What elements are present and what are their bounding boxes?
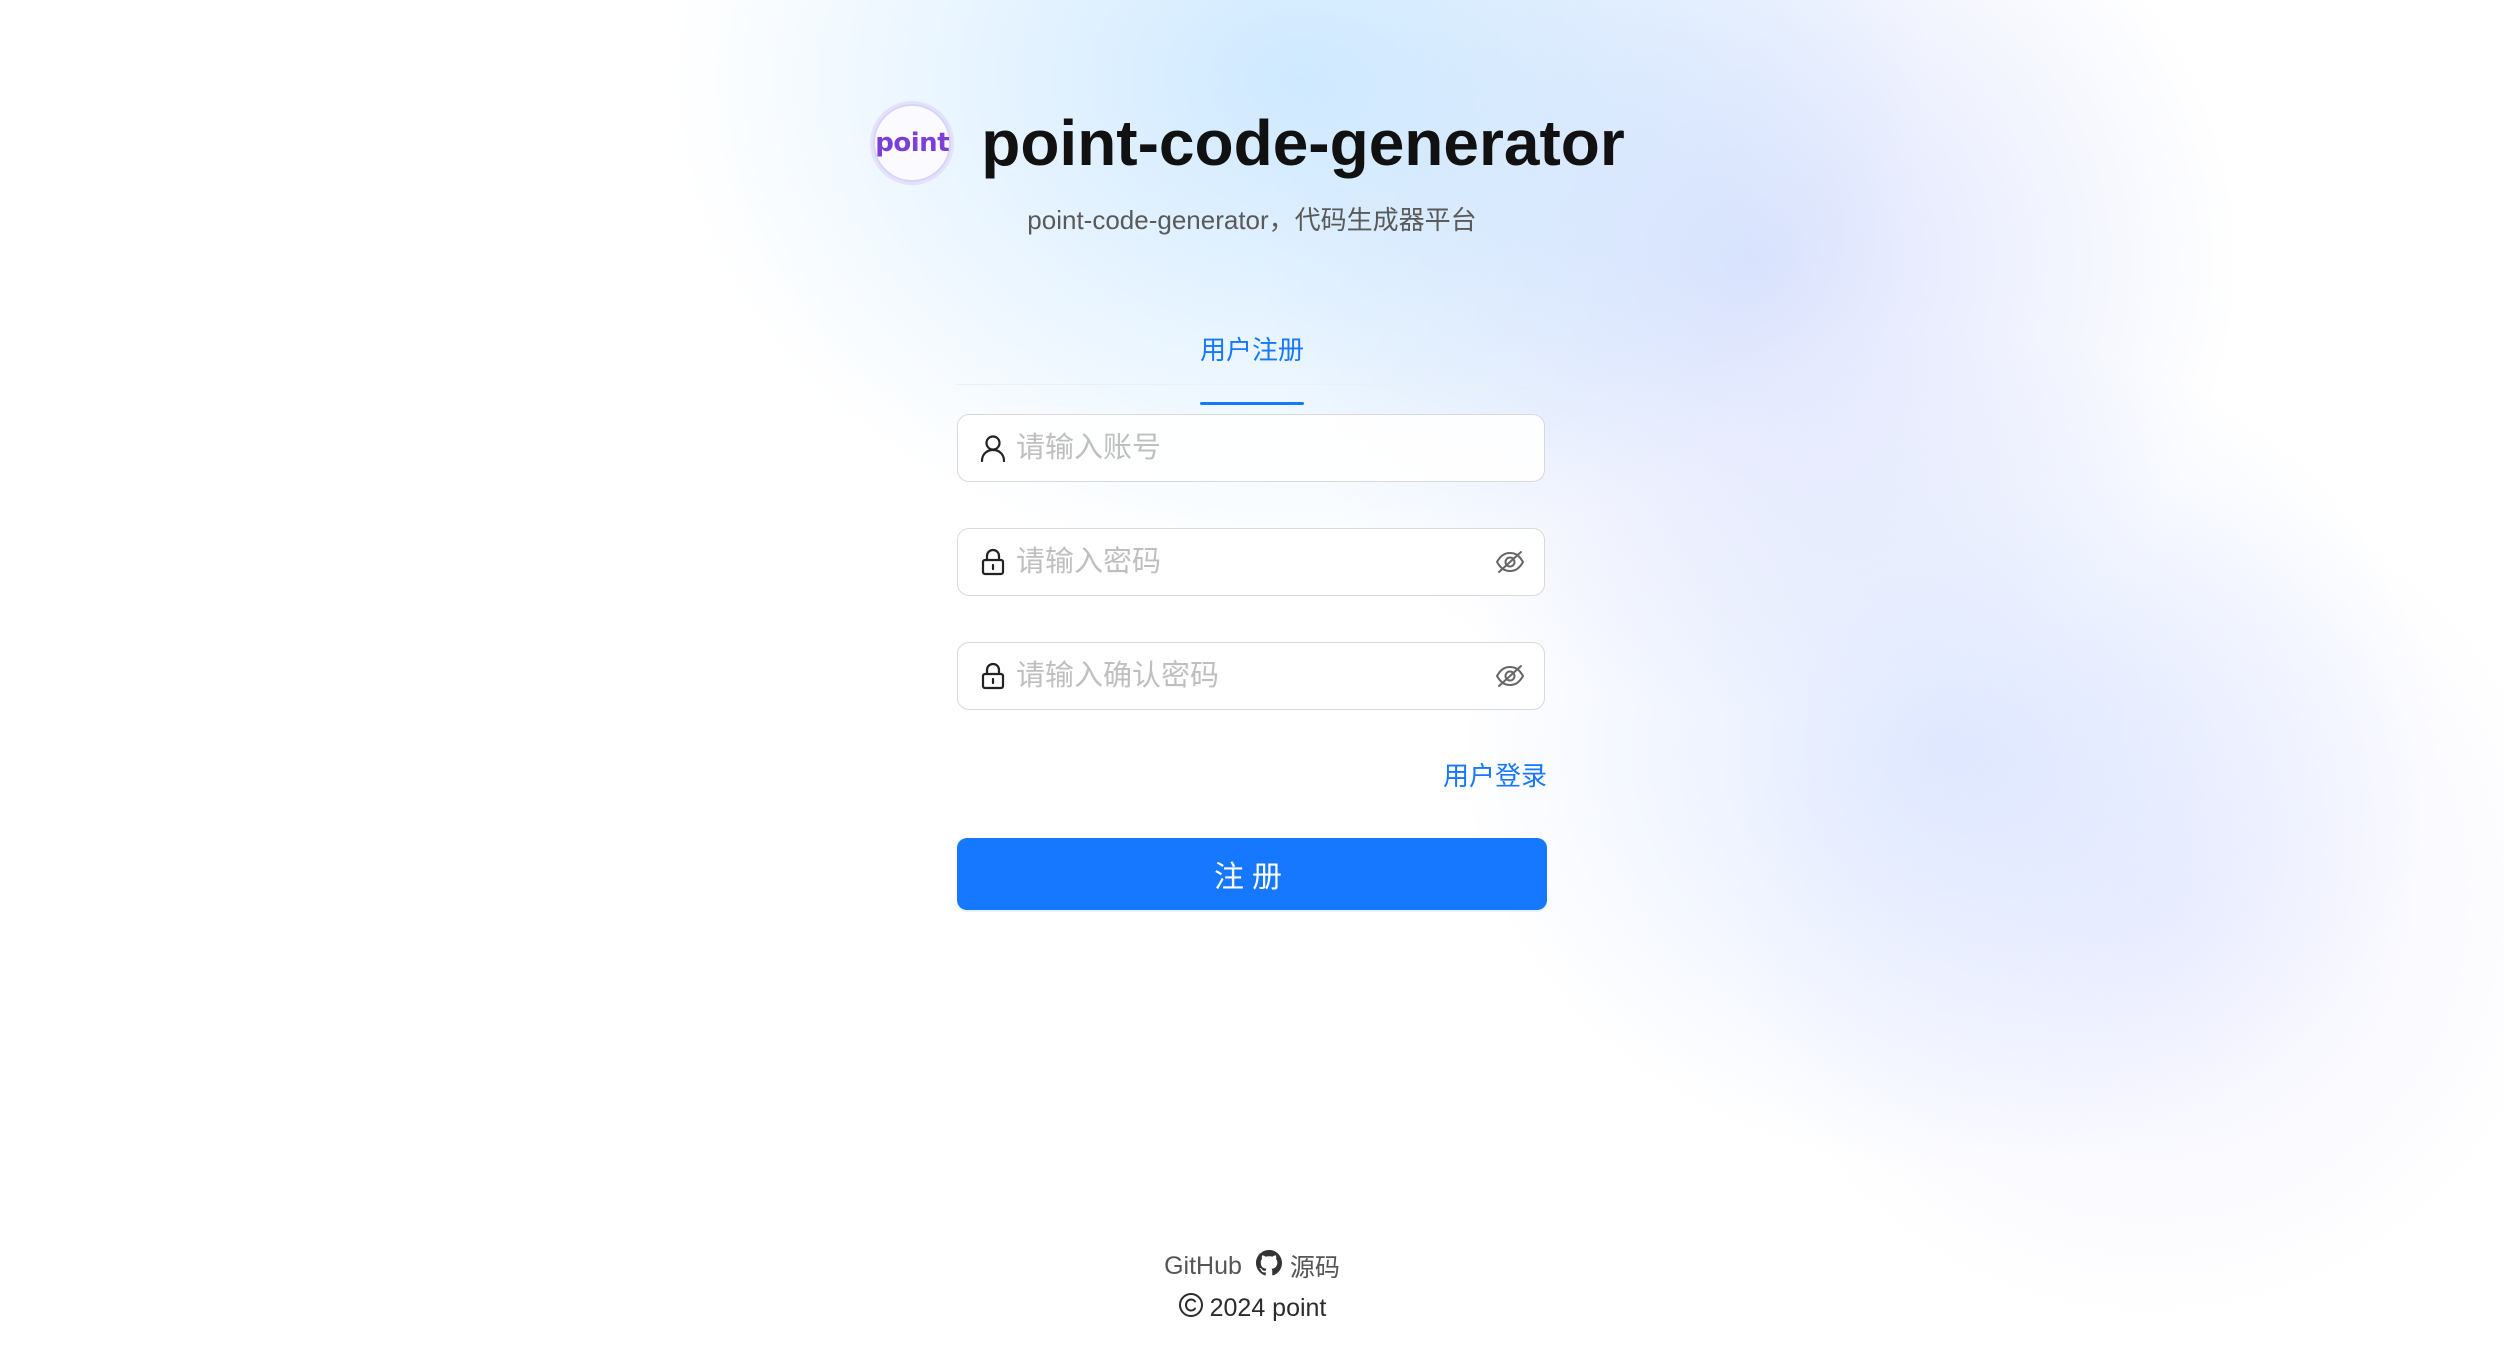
eye-invisible-icon[interactable] xyxy=(1494,546,1526,578)
copyright: 2024 point xyxy=(0,1292,2504,1325)
github-icon xyxy=(1255,1249,1282,1283)
source-link[interactable]: 源码 xyxy=(1255,1248,1340,1284)
source-link-label: 源码 xyxy=(1289,1254,1340,1282)
footer-links: GitHub 源码 xyxy=(0,1248,2504,1284)
copyright-icon xyxy=(1178,1292,1204,1325)
app-logo: point xyxy=(873,104,952,182)
account-input[interactable] xyxy=(1014,417,1544,479)
footer: GitHub 源码 2024 point xyxy=(0,1248,2504,1325)
form-tabs: 用户注册 xyxy=(957,320,1547,405)
brand-row: point point-code-generator xyxy=(873,104,1625,182)
app-title: point-code-generator xyxy=(981,107,1625,179)
logo-text: point xyxy=(875,128,950,158)
user-login-link[interactable]: 用户登录 xyxy=(1443,756,1547,793)
user-icon xyxy=(978,433,1008,463)
password-input[interactable] xyxy=(1014,531,1494,593)
eye-invisible-icon[interactable] xyxy=(1494,660,1526,692)
register-button[interactable]: 注册 xyxy=(957,838,1547,910)
lock-icon xyxy=(978,661,1008,691)
lock-icon xyxy=(978,547,1008,577)
copyright-text: 2024 point xyxy=(1209,1294,1327,1322)
confirm-password-field xyxy=(957,642,1545,710)
password-field xyxy=(957,528,1545,596)
brand-header: point point-code-generator xyxy=(0,104,2504,182)
register-form: 用户注册 请输入账号 用户登录 注册 xyxy=(957,320,1547,910)
app-subtitle: point-code-generator，代码生成器平台 xyxy=(1027,205,1477,235)
register-page: point point-code-generator point-code-ge… xyxy=(0,0,2504,1368)
account-field xyxy=(957,414,1545,482)
tab-user-register[interactable]: 用户注册 xyxy=(1199,320,1305,405)
github-link[interactable]: GitHub xyxy=(1164,1252,1242,1281)
confirm-password-input[interactable] xyxy=(1014,645,1494,707)
